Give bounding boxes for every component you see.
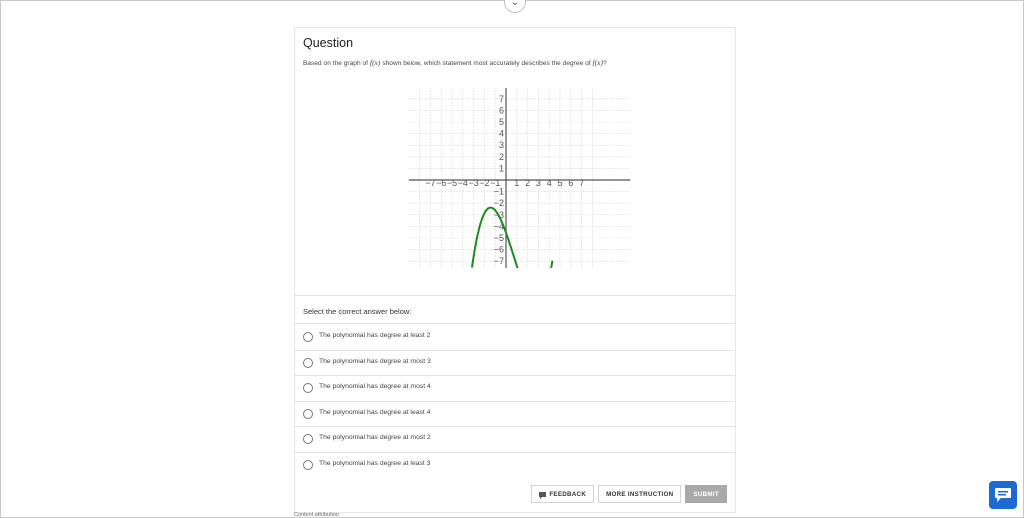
answer-option-label: The polynomial has degree at least 3	[319, 460, 431, 467]
y-tick-label: 2	[499, 152, 504, 162]
answer-option-label: The polynomial has degree at most 4	[319, 383, 431, 391]
x-tick-label: −7	[425, 178, 435, 188]
radio-button[interactable]	[303, 408, 313, 419]
x-tick-label: 3	[536, 178, 541, 188]
x-tick-label: −3	[468, 178, 478, 188]
action-bar: FEEDBACK MORE INSTRUCTION SUBMIT	[531, 485, 727, 503]
y-tick-label: 7	[499, 94, 504, 104]
y-tick-label: 3	[499, 140, 504, 150]
answer-option-label: The polynomial has degree at most 2	[319, 434, 431, 442]
x-tick-label: 4	[547, 178, 552, 188]
prompt-middle: shown below, which statement most accura…	[382, 60, 591, 67]
divider	[295, 323, 735, 324]
radio-button[interactable]	[303, 434, 313, 445]
prompt-function: f(x)	[369, 58, 381, 67]
more-instruction-button[interactable]: MORE INSTRUCTION	[598, 485, 682, 503]
y-tick-label: −6	[494, 245, 504, 255]
y-tick-label: −2	[494, 198, 504, 208]
question-title: Question	[303, 36, 354, 50]
x-tick-label: 6	[568, 178, 573, 188]
chat-button[interactable]	[989, 481, 1017, 509]
answer-option[interactable]: The polynomial has degree at most 4	[295, 376, 735, 401]
content-attribution-link[interactable]: Content attribution	[294, 512, 339, 518]
function-graph: −7 −6 −5 −4 −3 −2 −1 1 2 3 4 5 6 77654321−1−2−3−4−5−6…	[408, 88, 631, 268]
x-tick-label: 2	[525, 178, 530, 188]
y-tick-label: 5	[499, 117, 504, 127]
answer-option[interactable]: The polynomial has degree at most 2	[295, 427, 735, 452]
select-label: Select the correct answer below:	[303, 307, 412, 316]
divider	[295, 295, 735, 296]
x-tick-label: −6	[436, 178, 446, 188]
answer-option[interactable]: The polynomial has degree at most 3	[295, 351, 735, 376]
chat-icon	[995, 488, 1011, 502]
answer-option[interactable]: The polynomial has degree at least 4	[295, 402, 735, 427]
radio-button[interactable]	[303, 332, 313, 342]
y-tick-label: 6	[499, 105, 504, 115]
x-tick-label: 1	[514, 178, 519, 188]
y-tick-label: −7	[494, 256, 504, 266]
radio-button[interactable]	[303, 357, 313, 368]
submit-button[interactable]: SUBMIT	[685, 485, 727, 503]
y-tick-label: −1	[494, 187, 504, 197]
prompt-prefix: Based on the graph of	[303, 60, 369, 67]
radio-button[interactable]	[303, 460, 313, 470]
x-tick-label: −5	[447, 178, 457, 188]
feedback-label: FEEDBACK	[549, 490, 587, 498]
comment-icon	[539, 491, 547, 499]
submit-label: SUBMIT	[693, 490, 719, 498]
answer-option-label: The polynomial has degree at least 2	[319, 332, 431, 339]
question-prompt: Based on the graph of f(x) shown below, …	[303, 58, 607, 67]
y-tick-label: 4	[499, 129, 504, 139]
y-tick-label: −5	[494, 233, 504, 243]
radio-button[interactable]	[303, 383, 313, 394]
answer-option-label: The polynomial has degree at least 4	[319, 408, 431, 416]
prompt-function-2: f(x)	[592, 58, 604, 67]
more-instruction-label: MORE INSTRUCTION	[606, 490, 674, 498]
x-tick-label: 7	[579, 178, 584, 188]
x-tick-label: 5	[557, 178, 562, 188]
feedback-button[interactable]: FEEDBACK	[531, 485, 595, 503]
prompt-suffix: ?	[603, 60, 607, 67]
answer-option[interactable]: The polynomial has degree at least 3	[295, 453, 735, 478]
x-tick-label: −4	[458, 178, 468, 188]
x-tick-label: −2	[479, 178, 489, 188]
chevron-down-icon: ⌄	[510, 0, 520, 8]
y-tick-label: 1	[499, 163, 504, 173]
question-card: Question Based on the graph of f(x) show…	[294, 27, 736, 513]
answer-option-label: The polynomial has degree at most 3	[319, 357, 431, 365]
answer-option[interactable]: The polynomial has degree at least 2	[295, 325, 735, 350]
